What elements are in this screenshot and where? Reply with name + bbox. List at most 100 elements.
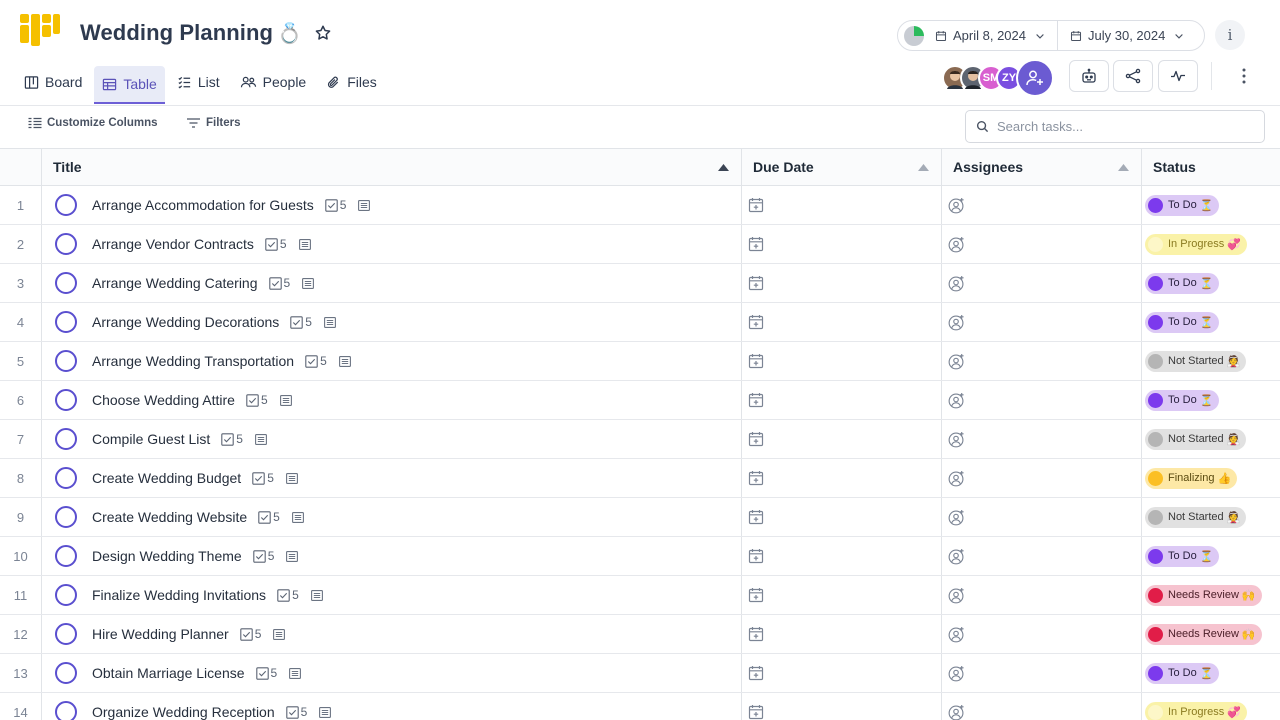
customize-columns-button[interactable]: Customize Columns <box>28 117 158 129</box>
assignees-cell[interactable] <box>942 615 1142 653</box>
add-assignee-button[interactable] <box>948 392 965 409</box>
status-badge[interactable]: To Do ⏳ <box>1145 194 1220 216</box>
status-badge[interactable]: To Do ⏳ <box>1145 311 1220 333</box>
due-date-cell[interactable] <box>742 342 942 380</box>
status-badge[interactable]: Not Started 👰 <box>1145 428 1247 450</box>
add-assignee-button[interactable] <box>948 704 965 720</box>
complete-toggle[interactable] <box>55 233 77 255</box>
add-due-date-button[interactable] <box>748 275 764 291</box>
complete-toggle[interactable] <box>55 194 77 216</box>
status-cell[interactable]: Not Started 👰 <box>1142 342 1280 380</box>
description-indicator[interactable] <box>291 511 304 523</box>
task-title[interactable]: Create Wedding Budget <box>92 470 241 486</box>
add-due-date-button[interactable] <box>748 509 764 525</box>
add-due-date-button[interactable] <box>748 353 764 369</box>
due-date-cell[interactable] <box>742 303 942 341</box>
task-title[interactable]: Design Wedding Theme <box>92 548 242 564</box>
task-title[interactable]: Hire Wedding Planner <box>92 626 229 642</box>
task-title[interactable]: Arrange Wedding Transportation <box>92 353 294 369</box>
title-cell[interactable]: Arrange Wedding Catering 5 <box>42 264 742 302</box>
title-cell[interactable]: Arrange Vendor Contracts 5 <box>42 225 742 263</box>
assignees-cell[interactable] <box>942 459 1142 497</box>
ai-assistant-button[interactable] <box>1069 60 1109 92</box>
add-due-date-button[interactable] <box>748 587 764 603</box>
tab-people[interactable]: People <box>232 66 315 98</box>
description-indicator[interactable] <box>298 238 311 250</box>
status-badge[interactable]: Finalizing 👍 <box>1145 467 1238 489</box>
complete-toggle[interactable] <box>55 389 77 411</box>
column-header-status[interactable]: Status <box>1142 149 1280 185</box>
sort-asc-icon[interactable] <box>918 163 929 171</box>
task-title[interactable]: Arrange Wedding Catering <box>92 275 258 291</box>
tab-list[interactable]: List <box>169 66 228 98</box>
title-cell[interactable]: Arrange Wedding Transportation 5 <box>42 342 742 380</box>
assignees-cell[interactable] <box>942 576 1142 614</box>
status-cell[interactable]: To Do ⏳ <box>1142 537 1280 575</box>
title-cell[interactable]: Organize Wedding Reception 5 <box>42 693 742 720</box>
more-options-button[interactable] <box>1232 64 1256 88</box>
status-cell[interactable]: Needs Review 🙌 <box>1142 576 1280 614</box>
complete-toggle[interactable] <box>55 467 77 489</box>
description-indicator[interactable] <box>289 667 302 679</box>
due-date-cell[interactable] <box>742 381 942 419</box>
add-assignee-button[interactable] <box>948 314 965 331</box>
description-indicator[interactable] <box>338 355 351 367</box>
due-date-cell[interactable] <box>742 498 942 536</box>
add-assignee-button[interactable] <box>948 626 965 643</box>
subtask-count[interactable]: 5 <box>246 393 268 407</box>
table-row[interactable]: 12 Hire Wedding Planner 5 Needs Review 🙌 <box>0 615 1280 654</box>
title-cell[interactable]: Compile Guest List 5 <box>42 420 742 458</box>
add-due-date-button[interactable] <box>748 665 764 681</box>
sort-asc-icon[interactable] <box>1118 163 1129 171</box>
assignees-cell[interactable] <box>942 264 1142 302</box>
status-cell[interactable]: To Do ⏳ <box>1142 264 1280 302</box>
star-icon[interactable] <box>314 24 332 42</box>
table-row[interactable]: 7 Compile Guest List 5 Not Started 👰 <box>0 420 1280 459</box>
complete-toggle[interactable] <box>55 662 77 684</box>
status-cell[interactable]: In Progress 💞 <box>1142 225 1280 263</box>
subtask-count[interactable]: 5 <box>265 237 287 251</box>
subtask-count[interactable]: 5 <box>290 315 312 329</box>
assignees-cell[interactable] <box>942 381 1142 419</box>
subtask-count[interactable]: 5 <box>277 588 299 602</box>
status-badge[interactable]: To Do ⏳ <box>1145 662 1220 684</box>
add-assignee-button[interactable] <box>948 548 965 565</box>
add-due-date-button[interactable] <box>748 236 764 252</box>
title-cell[interactable]: Create Wedding Budget 5 <box>42 459 742 497</box>
due-date-cell[interactable] <box>742 654 942 692</box>
subtask-count[interactable]: 5 <box>221 432 243 446</box>
status-badge[interactable]: In Progress 💞 <box>1145 233 1247 255</box>
description-indicator[interactable] <box>255 433 267 445</box>
due-date-cell[interactable] <box>742 186 942 224</box>
task-title[interactable]: Choose Wedding Attire <box>92 392 235 408</box>
assignees-cell[interactable] <box>942 186 1142 224</box>
description-indicator[interactable] <box>279 394 292 406</box>
table-row[interactable]: 9 Create Wedding Website 5 Not Started 👰 <box>0 498 1280 537</box>
table-row[interactable]: 6 Choose Wedding Attire 5 To Do ⏳ <box>0 381 1280 420</box>
status-badge[interactable]: In Progress 💞 <box>1145 701 1247 720</box>
subtask-count[interactable]: 5 <box>268 276 290 290</box>
filters-button[interactable]: Filters <box>186 117 241 129</box>
table-row[interactable]: 8 Create Wedding Budget 5 Finalizing 👍 <box>0 459 1280 498</box>
status-badge[interactable]: Not Started 👰 <box>1145 350 1247 372</box>
subtask-count[interactable]: 5 <box>255 666 277 680</box>
task-title[interactable]: Organize Wedding Reception <box>92 704 275 720</box>
assignees-cell[interactable] <box>942 537 1142 575</box>
column-header-assignees[interactable]: Assignees <box>942 149 1142 185</box>
title-cell[interactable]: Choose Wedding Attire 5 <box>42 381 742 419</box>
complete-toggle[interactable] <box>55 311 77 333</box>
add-assignee-button[interactable] <box>948 353 965 370</box>
assignees-cell[interactable] <box>942 303 1142 341</box>
title-cell[interactable]: Create Wedding Website 5 <box>42 498 742 536</box>
tab-files[interactable]: Files <box>318 66 385 98</box>
description-indicator[interactable] <box>310 589 323 601</box>
complete-toggle[interactable] <box>55 545 77 567</box>
due-date-cell[interactable] <box>742 459 942 497</box>
add-assignee-button[interactable] <box>948 470 965 487</box>
status-badge[interactable]: Needs Review 🙌 <box>1145 623 1262 645</box>
status-badge[interactable]: Needs Review 🙌 <box>1145 584 1262 606</box>
add-due-date-button[interactable] <box>748 392 764 408</box>
assignees-cell[interactable] <box>942 342 1142 380</box>
due-date-cell[interactable] <box>742 537 942 575</box>
status-cell[interactable]: Needs Review 🙌 <box>1142 615 1280 653</box>
